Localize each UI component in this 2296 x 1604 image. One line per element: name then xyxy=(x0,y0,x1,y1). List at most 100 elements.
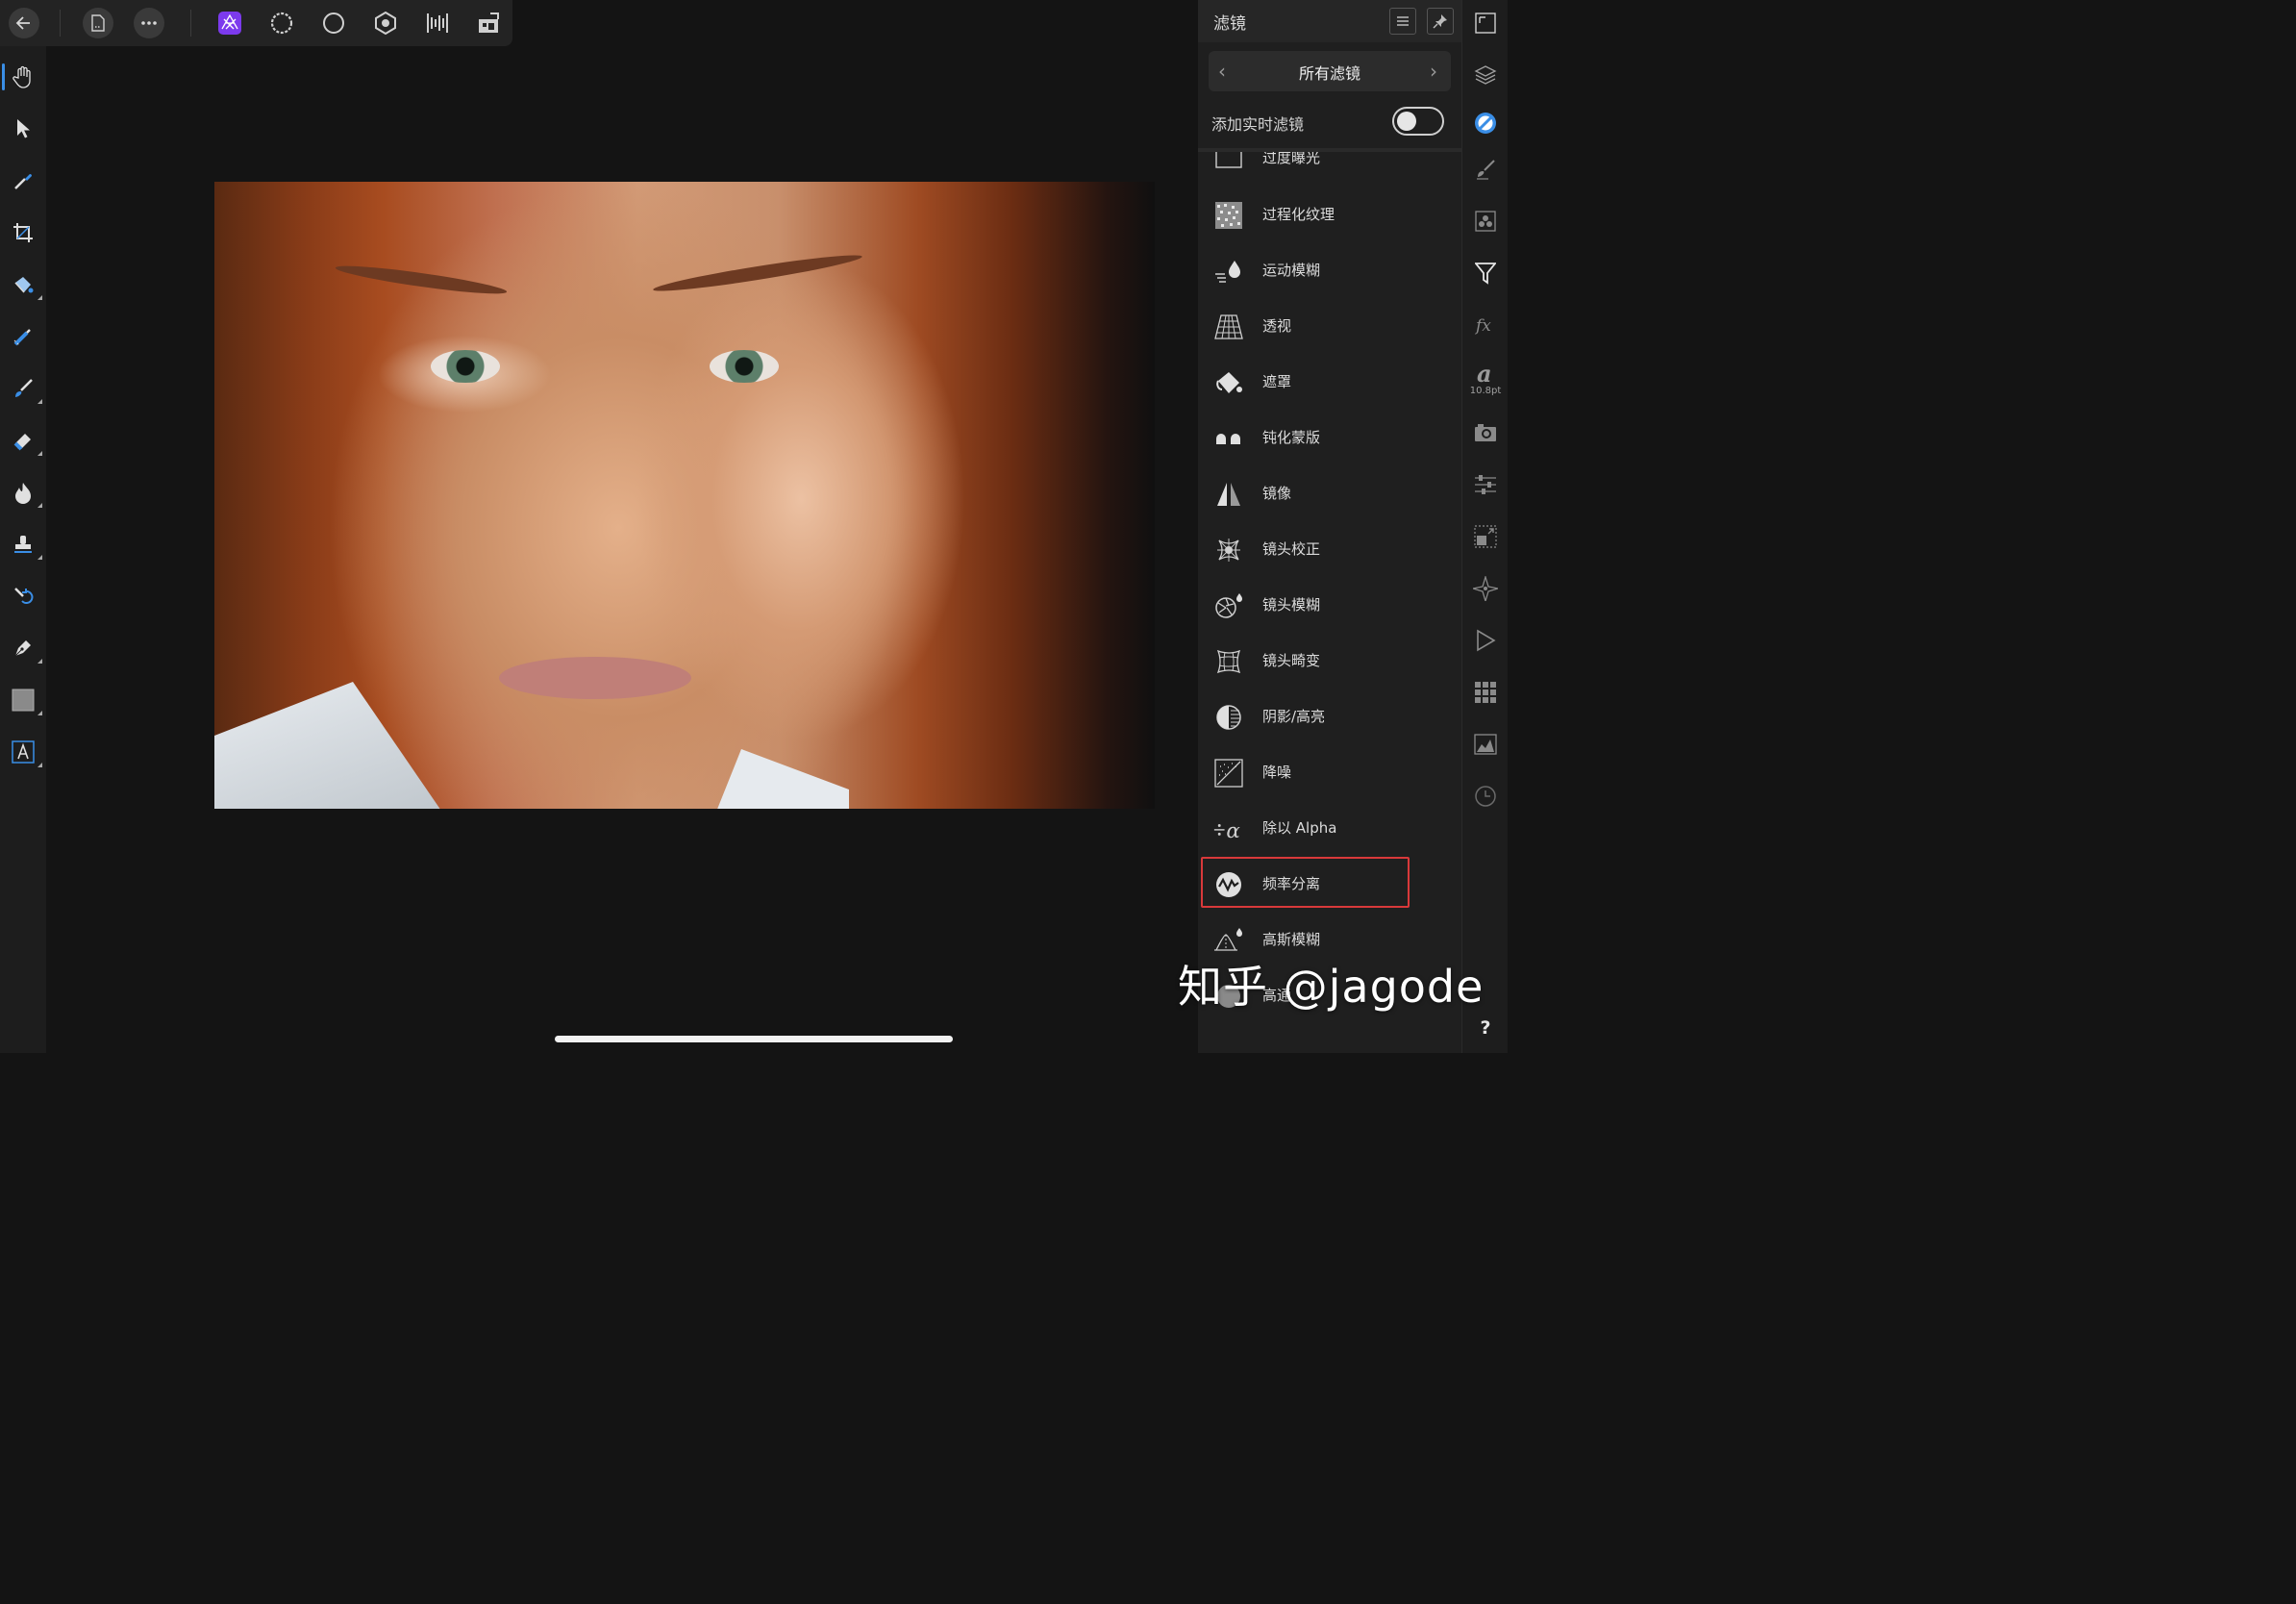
channels-icon[interactable] xyxy=(1470,206,1501,237)
filter-category-label: 所有滤镜 xyxy=(1298,64,1360,83)
filter-item-overexposure[interactable]: 过度曝光 xyxy=(1198,152,1461,187)
sliders-icon[interactable] xyxy=(1470,469,1501,500)
swatches-grid-icon[interactable] xyxy=(1470,677,1501,708)
clone-stamp-icon[interactable] xyxy=(8,529,42,560)
crop-tool-icon[interactable] xyxy=(8,217,38,248)
left-toolbar xyxy=(0,46,46,1053)
toggle-knob xyxy=(1397,112,1416,131)
histogram-icon[interactable] xyxy=(1470,729,1501,760)
export-persona-icon[interactable] xyxy=(422,8,453,38)
eraser-icon[interactable] xyxy=(8,425,42,456)
mask-icon xyxy=(1213,367,1244,398)
filter-item-label: 钝化蒙版 xyxy=(1262,429,1321,446)
filter-item-denoise[interactable]: 降噪 xyxy=(1198,745,1461,801)
filter-item-label: 透视 xyxy=(1262,317,1292,335)
lens-correction-icon xyxy=(1213,535,1244,565)
photo-detail xyxy=(710,350,779,383)
adjustments-icon[interactable] xyxy=(1470,108,1501,138)
filter-item-label: 过度曝光 xyxy=(1262,152,1321,166)
navigator-icon[interactable] xyxy=(1470,8,1501,38)
svg-text:fx: fx xyxy=(1474,316,1491,336)
mirror-icon xyxy=(1213,479,1244,510)
transform-icon[interactable] xyxy=(1470,521,1501,552)
svg-text:α: α xyxy=(1226,819,1239,843)
tone-mapping-persona-icon[interactable] xyxy=(370,8,401,38)
home-indicator xyxy=(555,1036,953,1042)
undo-brush-icon[interactable] xyxy=(8,581,38,612)
svg-text:a: a xyxy=(1477,361,1492,386)
effects-fx-icon[interactable]: fx xyxy=(1470,310,1501,340)
photo-persona-icon[interactable] xyxy=(214,8,245,38)
filter-item-shadows-highlights[interactable]: 阴影/高亮 xyxy=(1198,689,1461,745)
watermark: 知乎 @jagode xyxy=(1178,961,1485,1013)
toolbar-divider xyxy=(60,10,61,37)
text-style-icon[interactable]: a xyxy=(1470,358,1501,388)
selection-brush-icon[interactable] xyxy=(8,321,38,352)
filter-item-lens-distortion[interactable]: 镜头畸变 xyxy=(1198,634,1461,689)
unsharp-mask-icon xyxy=(1213,423,1244,454)
history-clock-icon[interactable] xyxy=(1470,781,1501,812)
brushes-icon[interactable] xyxy=(1470,154,1501,185)
pen-tool-icon[interactable] xyxy=(8,633,42,664)
develop-persona-icon[interactable] xyxy=(318,8,349,38)
text-tool-icon[interactable] xyxy=(8,737,42,767)
font-size-label: 10.8pt xyxy=(1469,386,1502,396)
chevron-right-icon[interactable]: › xyxy=(1430,62,1437,81)
more-options-icon[interactable] xyxy=(134,8,164,38)
denoise-icon xyxy=(1213,758,1244,789)
filter-item-perspective[interactable]: 透视 xyxy=(1198,299,1461,355)
filter-item-mask[interactable]: 遮罩 xyxy=(1198,355,1461,411)
filter-item-lens-blur[interactable]: 镜头模糊 xyxy=(1198,578,1461,634)
lens-blur-icon xyxy=(1213,590,1244,621)
share-persona-icon[interactable] xyxy=(473,8,504,38)
lens-distortion-icon xyxy=(1213,646,1244,677)
help-button[interactable]: ? xyxy=(1462,1017,1509,1039)
photo-detail xyxy=(499,657,691,699)
filter-item-label: 镜像 xyxy=(1262,485,1292,502)
filter-item-label: 运动模糊 xyxy=(1262,262,1321,279)
filter-item-label: 降噪 xyxy=(1262,764,1292,781)
filter-item-label: 镜头畸变 xyxy=(1262,652,1321,669)
filter-item-mirror[interactable]: 镜像 xyxy=(1198,466,1461,522)
macro-play-icon[interactable] xyxy=(1470,625,1501,656)
overexposure-icon xyxy=(1213,152,1244,174)
filter-item-unsharp-mask[interactable]: 钝化蒙版 xyxy=(1198,411,1461,466)
move-tool-icon[interactable] xyxy=(8,113,38,144)
navigator-compass-icon[interactable] xyxy=(1470,573,1501,604)
filter-item-lens-correction[interactable]: 镜头校正 xyxy=(1198,522,1461,578)
canvas-photo[interactable] xyxy=(214,182,1155,809)
toolbar-divider xyxy=(190,10,191,37)
dodge-burn-icon[interactable] xyxy=(8,477,42,508)
motion-blur-icon xyxy=(1213,256,1244,287)
filter-category-selector[interactable]: ‹ 所有滤镜 › xyxy=(1209,51,1451,91)
studio-bar: fx a 10.8pt ? xyxy=(1461,0,1508,1053)
filter-item-label: 除以 Alpha xyxy=(1262,819,1337,837)
flood-fill-icon[interactable] xyxy=(8,269,42,300)
panel-header: 滤镜 xyxy=(1198,0,1461,42)
rectangle-tool-icon[interactable] xyxy=(8,685,42,715)
filter-item-label: 镜头校正 xyxy=(1262,540,1321,558)
perspective-icon xyxy=(1213,312,1244,342)
panel-menu-icon[interactable] xyxy=(1389,8,1416,35)
liquify-persona-icon[interactable] xyxy=(266,8,297,38)
layers-icon[interactable] xyxy=(1470,60,1501,90)
photo-detail xyxy=(714,749,849,809)
paint-brush-icon[interactable] xyxy=(8,373,42,404)
highlight-box xyxy=(1201,857,1410,908)
photo-detail xyxy=(652,249,863,297)
photo-detail xyxy=(431,350,500,383)
filter-item-procedural-texture[interactable]: 过程化纹理 xyxy=(1198,188,1461,243)
pin-icon[interactable] xyxy=(1427,8,1454,35)
document-icon[interactable] xyxy=(83,8,113,38)
color-picker-icon[interactable] xyxy=(8,165,38,196)
back-arrow-icon[interactable] xyxy=(9,8,39,38)
live-filter-label: 添加实时滤镜 xyxy=(1211,115,1305,134)
filter-item-divide-alpha[interactable]: α 除以 Alpha xyxy=(1198,801,1461,857)
filter-item-motion-blur[interactable]: 运动模糊 xyxy=(1198,243,1461,299)
live-filter-toggle[interactable] xyxy=(1392,107,1444,136)
hand-tool-icon[interactable] xyxy=(2,62,38,92)
filter-item-label: 镜头模糊 xyxy=(1262,596,1321,614)
filters-funnel-icon[interactable] xyxy=(1470,258,1501,288)
filter-item-label: 阴影/高亮 xyxy=(1262,708,1326,725)
camera-icon[interactable] xyxy=(1470,417,1501,448)
